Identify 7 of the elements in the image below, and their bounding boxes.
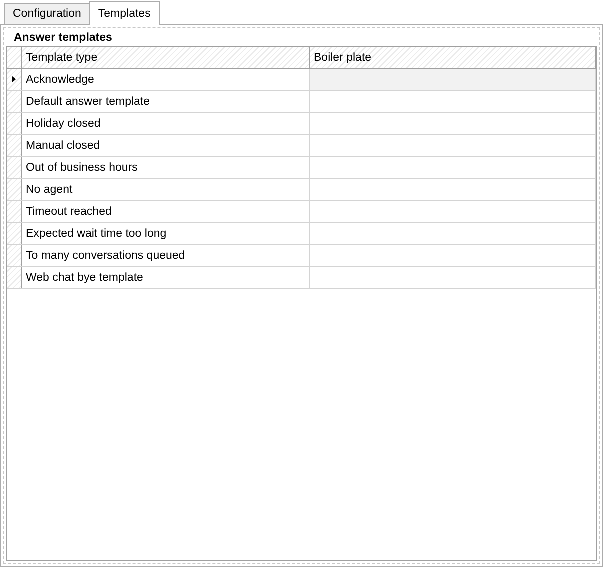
tab[interactable]: Configuration <box>4 3 90 24</box>
row-pointer-icon <box>12 76 16 83</box>
column-header[interactable]: Template type <box>22 47 310 68</box>
row-header[interactable] <box>7 69 22 90</box>
column-header[interactable]: Boiler plate <box>310 47 596 68</box>
group-title: Answer templates <box>13 31 114 46</box>
tab[interactable]: Templates <box>89 1 160 25</box>
